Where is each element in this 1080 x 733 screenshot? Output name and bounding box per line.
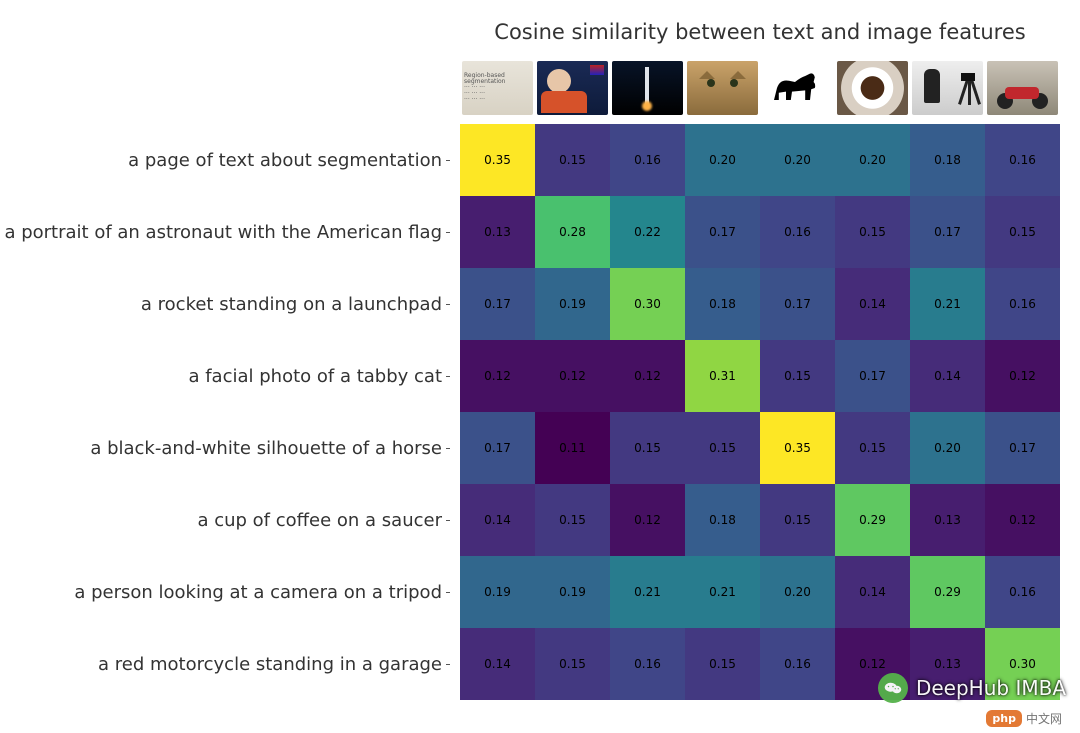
heatmap-cell: 0.30 (610, 268, 685, 340)
heatmap-cell: 0.21 (610, 556, 685, 628)
x-image-rocket (610, 60, 685, 116)
heatmap-cell: 0.14 (835, 268, 910, 340)
heatmap-cell: 0.15 (685, 412, 760, 484)
heatmap-cell: 0.18 (685, 484, 760, 556)
heatmap-cell: 0.17 (760, 268, 835, 340)
x-image-person-camera (910, 60, 985, 116)
heatmap-cell: 0.20 (760, 556, 835, 628)
heatmap-cell: 0.29 (835, 484, 910, 556)
heatmap-cell: 0.15 (685, 628, 760, 700)
heatmap-cell: 0.12 (985, 340, 1060, 412)
heatmap-cell: 0.15 (535, 484, 610, 556)
heatmap-cell: 0.19 (535, 556, 610, 628)
heatmap-cell: 0.16 (985, 556, 1060, 628)
heatmap-cell: 0.17 (685, 196, 760, 268)
y-tick-label: a portrait of an astronaut with the Amer… (4, 222, 442, 243)
heatmap-cell: 0.18 (685, 268, 760, 340)
heatmap-grid: 0.350.150.160.200.200.200.180.160.130.28… (460, 124, 1060, 700)
heatmap-cell: 0.17 (985, 412, 1060, 484)
x-image-astronaut (535, 60, 610, 116)
heatmap-cell: 0.17 (910, 196, 985, 268)
heatmap-cell: 0.15 (535, 628, 610, 700)
y-tick-label: a rocket standing on a launchpad (141, 294, 442, 315)
heatmap-cell: 0.14 (835, 556, 910, 628)
wechat-icon (878, 673, 908, 703)
x-axis-images: Region-based segmentation··· ··· ······ … (460, 60, 1060, 120)
heatmap-cell: 0.22 (610, 196, 685, 268)
heatmap-cell: 0.15 (835, 196, 910, 268)
y-tick-label: a person looking at a camera on a tripod (74, 582, 442, 603)
heatmap-cell: 0.16 (985, 268, 1060, 340)
heatmap-cell: 0.29 (910, 556, 985, 628)
heatmap-cell: 0.12 (610, 484, 685, 556)
y-tick-label: a red motorcycle standing in a garage (98, 654, 442, 675)
heatmap-cell: 0.21 (685, 556, 760, 628)
watermark-wechat: DeepHub IMBA (878, 673, 1066, 703)
heatmap-cell: 0.21 (910, 268, 985, 340)
x-image-cat (685, 60, 760, 116)
heatmap-cell: 0.11 (535, 412, 610, 484)
y-tick-label: a black-and-white silhouette of a horse (90, 438, 442, 459)
heatmap-cell: 0.20 (835, 124, 910, 196)
heatmap-cell: 0.31 (685, 340, 760, 412)
heatmap-cell: 0.15 (760, 484, 835, 556)
heatmap-cell: 0.16 (610, 628, 685, 700)
heatmap-cell: 0.16 (610, 124, 685, 196)
heatmap-cell: 0.15 (835, 412, 910, 484)
heatmap-cell: 0.15 (760, 340, 835, 412)
heatmap-cell: 0.20 (910, 412, 985, 484)
x-image-text-page: Region-based segmentation··· ··· ······ … (460, 60, 535, 116)
x-image-horse (760, 60, 835, 116)
heatmap-cell: 0.15 (610, 412, 685, 484)
y-tick-label: a facial photo of a tabby cat (188, 366, 442, 387)
heatmap-cell: 0.35 (760, 412, 835, 484)
y-tick-label: a cup of coffee on a saucer (197, 510, 442, 531)
heatmap-cell: 0.14 (460, 628, 535, 700)
heatmap-cell: 0.35 (460, 124, 535, 196)
heatmap-cell: 0.19 (460, 556, 535, 628)
plot-area: Region-based segmentation··· ··· ······ … (460, 60, 1060, 700)
heatmap-cell: 0.13 (460, 196, 535, 268)
heatmap-cell: 0.14 (460, 484, 535, 556)
php-pill: php (986, 710, 1022, 727)
heatmap-cell: 0.15 (535, 124, 610, 196)
chart-title: Cosine similarity between text and image… (460, 20, 1060, 44)
heatmap-cell: 0.17 (460, 268, 535, 340)
heatmap-cell: 0.12 (535, 340, 610, 412)
heatmap-cell: 0.12 (610, 340, 685, 412)
heatmap-figure: Cosine similarity between text and image… (0, 0, 1080, 733)
y-axis-labels: a page of text about segmentation a port… (0, 124, 456, 700)
x-image-motorcycle (985, 60, 1060, 116)
heatmap-cell: 0.19 (535, 268, 610, 340)
heatmap-cell: 0.17 (460, 412, 535, 484)
heatmap-cell: 0.14 (910, 340, 985, 412)
y-tick-label: a page of text about segmentation (128, 150, 442, 171)
watermark-text: DeepHub IMBA (916, 676, 1066, 700)
horse-silhouette-icon (768, 68, 828, 108)
heatmap-cell: 0.16 (760, 628, 835, 700)
heatmap-cell: 0.28 (535, 196, 610, 268)
x-image-coffee (835, 60, 910, 116)
heatmap-cell: 0.17 (835, 340, 910, 412)
heatmap-cell: 0.20 (760, 124, 835, 196)
watermark-php: php 中文网 (986, 710, 1062, 727)
heatmap-cell: 0.12 (985, 484, 1060, 556)
heatmap-cell: 0.18 (910, 124, 985, 196)
heatmap-cell: 0.16 (985, 124, 1060, 196)
heatmap-cell: 0.13 (910, 484, 985, 556)
heatmap-cell: 0.12 (460, 340, 535, 412)
php-cn-text: 中文网 (1026, 710, 1062, 727)
heatmap-cell: 0.15 (985, 196, 1060, 268)
heatmap-cell: 0.16 (760, 196, 835, 268)
heatmap-cell: 0.20 (685, 124, 760, 196)
